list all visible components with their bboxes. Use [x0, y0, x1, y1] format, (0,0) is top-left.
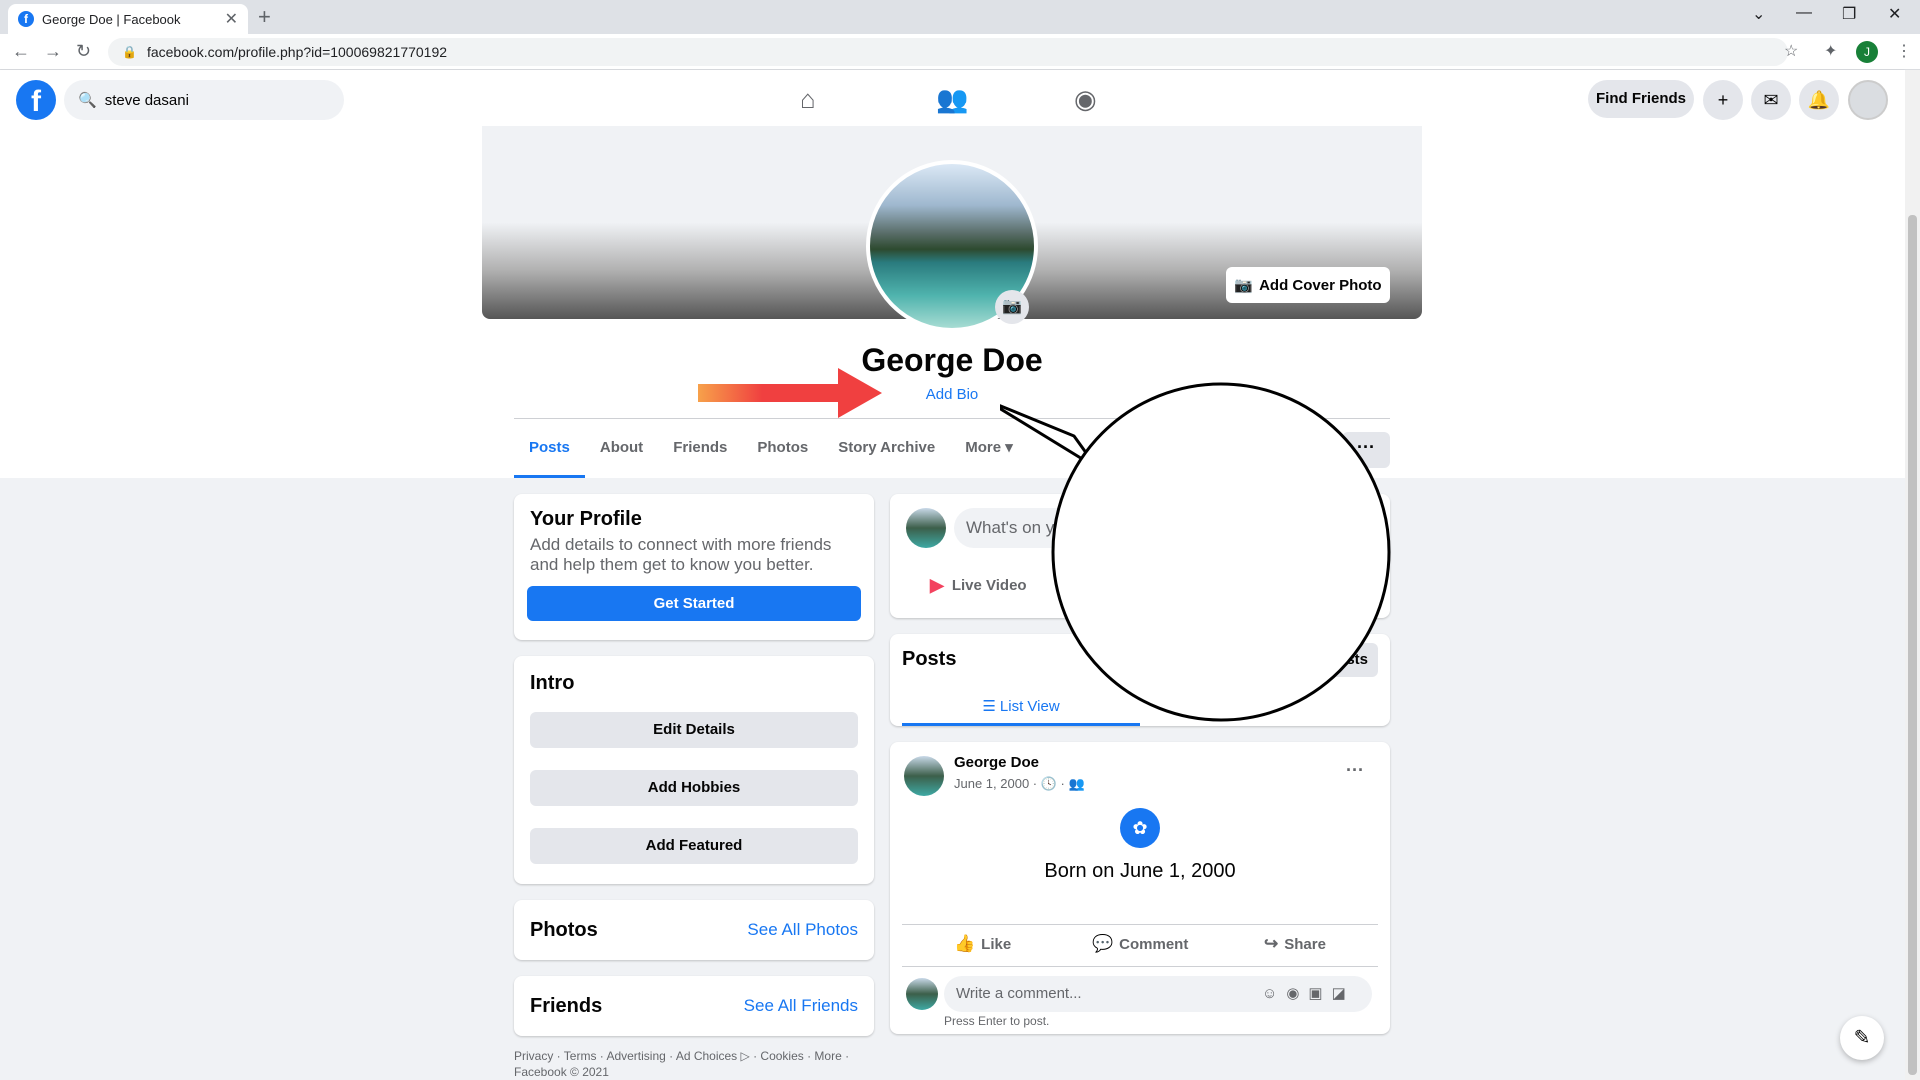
- life-event-text: Born on June 1, 2000: [1044, 860, 1236, 882]
- annotation-callout-bubble: [1000, 382, 1391, 722]
- footer-links[interactable]: Privacy · Terms · Advertising · Ad Choic…: [514, 1048, 894, 1080]
- share-icon: ↪: [1264, 934, 1279, 953]
- close-window-icon[interactable]: ✕: [1888, 4, 1901, 24]
- intro-title: Intro: [530, 672, 575, 694]
- back-icon[interactable]: ←: [12, 41, 30, 62]
- lock-icon: 🔒: [122, 45, 137, 59]
- comment-avatar: [906, 978, 938, 1010]
- search-input[interactable]: 🔍 steve dasani: [64, 80, 344, 120]
- post-date[interactable]: June 1, 2000 · 🕓 · 👥: [954, 776, 1085, 792]
- add-hobbies-button[interactable]: Add Hobbies: [530, 770, 858, 806]
- forward-icon[interactable]: →: [44, 41, 62, 62]
- edit-details-button[interactable]: Edit Details: [530, 712, 858, 748]
- comment-icon: 💬: [1092, 934, 1114, 953]
- photos-title: Photos: [530, 918, 598, 941]
- find-friends-button[interactable]: Find Friends: [1588, 80, 1694, 118]
- add-cover-photo-button[interactable]: 📷 Add Cover Photo: [1226, 267, 1390, 303]
- press-enter-hint: Press Enter to post.: [944, 1014, 1050, 1028]
- your-profile-text: Add details to connect with more friends…: [530, 535, 832, 574]
- browser-profile-avatar[interactable]: J: [1856, 41, 1878, 63]
- messenger-icon[interactable]: ✉: [1751, 80, 1791, 120]
- browser-menu-icon[interactable]: ⋮: [1896, 41, 1912, 61]
- see-all-friends-link[interactable]: See All Friends: [744, 996, 858, 1016]
- chrome-menu-icon[interactable]: ⌄: [1752, 4, 1765, 24]
- post-options-icon[interactable]: ···: [1346, 760, 1364, 781]
- bookmark-star-icon[interactable]: ☆: [1784, 41, 1798, 61]
- comment-attachment-icons[interactable]: ☺◉▣◪: [1262, 984, 1355, 1002]
- like-button[interactable]: 👍 Like: [954, 934, 1011, 954]
- like-icon: 👍: [954, 934, 976, 953]
- account-avatar[interactable]: [1848, 80, 1888, 120]
- tab-about[interactable]: About: [585, 428, 658, 478]
- share-label: Share: [1284, 935, 1326, 953]
- comment-label: Comment: [1119, 935, 1189, 953]
- annotation-red-arrow: [698, 368, 882, 418]
- friends-card: Friends See All Friends: [514, 976, 874, 1036]
- reload-icon[interactable]: ↻: [76, 41, 91, 62]
- update-profile-picture-camera-icon[interactable]: 📷: [995, 290, 1029, 324]
- browser-tab[interactable]: f George Doe | Facebook ✕: [8, 4, 248, 34]
- composer-avatar: [906, 508, 946, 548]
- intro-card: Intro Edit Details Add Hobbies Add Featu…: [514, 656, 874, 884]
- tab-friends[interactable]: Friends: [658, 428, 742, 478]
- tab-title: George Doe | Facebook: [42, 11, 181, 27]
- tab-photos[interactable]: Photos: [742, 428, 823, 478]
- post-author-name[interactable]: George Doe: [954, 754, 1039, 771]
- like-label: Like: [981, 935, 1012, 953]
- posts-title: Posts: [902, 648, 957, 670]
- get-started-button[interactable]: Get Started: [527, 586, 861, 621]
- groups-icon[interactable]: ◉: [1074, 84, 1097, 115]
- scrollbar-thumb[interactable]: [1908, 215, 1917, 1075]
- post-author-avatar[interactable]: [904, 756, 944, 796]
- add-cover-photo-label: Add Cover Photo: [1259, 276, 1382, 294]
- post-divider: [902, 924, 1378, 925]
- restore-icon[interactable]: ❐: [1842, 4, 1856, 24]
- new-tab-button[interactable]: +: [258, 4, 271, 30]
- add-featured-button[interactable]: Add Featured: [530, 828, 858, 864]
- your-profile-title: Your Profile: [530, 508, 642, 530]
- new-message-icon[interactable]: ✎: [1840, 1016, 1884, 1060]
- url-text: facebook.com/profile.php?id=100069821770…: [146, 44, 448, 60]
- friends-title: Friends: [530, 994, 603, 1017]
- see-all-photos-link[interactable]: See All Photos: [747, 920, 858, 940]
- live-video-icon: ▶: [930, 575, 944, 595]
- tab-story-archive[interactable]: Story Archive: [823, 428, 950, 478]
- url-field[interactable]: 🔒 facebook.com/profile.php?id=1000698217…: [108, 38, 1788, 66]
- profile-tabs: Posts About Friends Photos Story Archive…: [514, 428, 1028, 478]
- browser-tab-bar: [0, 0, 1920, 34]
- facebook-favicon-icon: f: [18, 11, 34, 27]
- post-divider-2: [902, 966, 1378, 967]
- notifications-bell-icon[interactable]: 🔔: [1799, 80, 1839, 120]
- life-event-icon: ✿: [1120, 808, 1160, 848]
- extensions-icon[interactable]: ✦: [1824, 41, 1837, 61]
- search-icon: 🔍: [78, 92, 97, 109]
- camera-icon: 📷: [1234, 277, 1254, 294]
- search-value: steve dasani: [104, 91, 189, 109]
- friends-icon[interactable]: 👥: [936, 84, 968, 115]
- tab-posts[interactable]: Posts: [514, 428, 585, 478]
- tab-close-icon[interactable]: ✕: [225, 9, 238, 29]
- create-plus-icon[interactable]: +: [1703, 80, 1743, 120]
- minimize-icon[interactable]: —: [1796, 4, 1812, 22]
- facebook-logo-icon[interactable]: f: [16, 80, 56, 120]
- photos-card: Photos See All Photos: [514, 900, 874, 960]
- home-icon[interactable]: ⌂: [800, 84, 816, 115]
- comment-button[interactable]: 💬 Comment: [1092, 934, 1188, 954]
- share-button[interactable]: ↪ Share: [1264, 934, 1326, 954]
